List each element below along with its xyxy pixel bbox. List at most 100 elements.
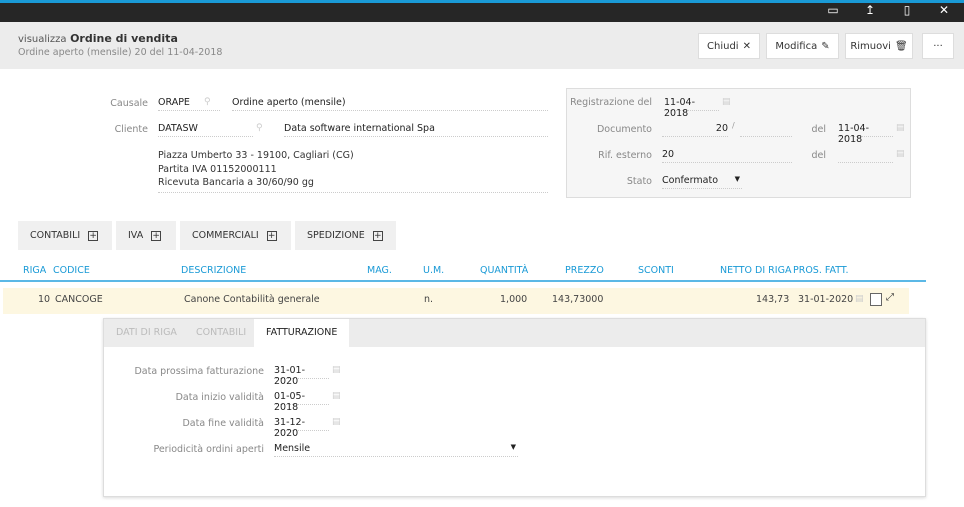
search-icon[interactable]: ⚲ [204,97,211,107]
reg-date-input[interactable]: 11-04-2018 [664,97,719,119]
cell-netto: 143,73 [756,294,790,305]
col-riga[interactable]: RIGA [23,265,46,276]
causale-label: Causale [110,98,148,109]
rif-date-input[interactable] [838,149,893,163]
title-bar [0,0,964,22]
calendar-icon[interactable]: ▤ [332,391,341,401]
remove-button[interactable]: Rimuovi 🗑 [845,33,913,59]
dropdown-arrow-icon: ▼ [510,443,516,451]
cliente-label: Cliente [114,124,148,135]
col-pros-fatt[interactable]: PROS. FATT. [793,265,849,276]
tab-iva[interactable]: IVA + [116,221,176,250]
col-netto[interactable]: NETTO DI RIGA [720,265,791,276]
window-icon[interactable]: ▭ [823,3,843,17]
calendar-icon[interactable]: ▤ [855,294,864,304]
client-address: Piazza Umberto 33 - 19100, Cagliari (CG)… [158,149,548,193]
row-detail-panel: DATI DI RIGA CONTABILI FATTURAZIONE Data… [103,318,926,497]
tab-contabili[interactable]: CONTABILI + [18,221,112,250]
col-prezzo[interactable]: PREZZO [565,265,604,276]
detail-tab-fatturazione[interactable]: FATTURAZIONE [254,319,350,347]
payment-line: Ricevuta Bancaria a 30/60/90 gg [158,177,314,188]
cliente-code-input[interactable]: DATASW [158,123,253,137]
next-billing-label: Data prossima fatturazione [134,366,264,377]
calendar-icon[interactable]: ▤ [722,97,731,107]
tab-label: SPEDIZIONE [307,230,365,241]
plus-icon: + [372,230,383,241]
vat-line: Partita IVA 01152000111 [158,163,277,175]
causale-desc: Ordine aperto (mensile) [232,97,548,111]
stato-select[interactable]: Confermato ▼ [662,175,742,189]
pencil-icon: ✎ [821,40,830,52]
cell-pros-fatt: 31-01-2020 [798,294,854,305]
start-date-label: Data inizio validità [175,392,264,403]
close-icon[interactable]: ✕ [934,3,954,17]
rif-del-label: del [811,150,826,161]
edit-label: Modifica [775,40,818,52]
stato-value: Confermato [662,175,719,186]
col-descrizione[interactable]: DESCRIZIONE [181,265,246,276]
cell-um: n. [424,294,434,305]
next-billing-input[interactable]: 31-01-2020 [274,365,329,387]
cell-codice: CANCOGE [55,294,103,305]
header-divider [0,280,926,282]
calendar-icon[interactable]: ▤ [332,365,341,375]
doc-series-input[interactable] [740,123,792,137]
edit-button[interactable]: Modifica ✎ [766,33,839,59]
doc-separator: / [732,121,735,130]
title-prefix: visualizza [18,34,67,45]
upload-icon[interactable]: ↥ [860,3,880,17]
trash-icon: 🗑 [894,40,908,52]
plus-icon: + [88,230,99,241]
col-mag[interactable]: MAG. [367,265,392,276]
doc-date-input[interactable]: 11-04-2018 [838,123,893,145]
close-label: Chiudi [707,40,739,52]
tab-spedizione[interactable]: SPEDIZIONE + [295,221,396,250]
periodicity-label: Periodicità ordini aperti [153,444,264,455]
expand-icon[interactable]: ⤢ [886,292,894,303]
tab-label: IVA [128,230,144,241]
reg-label: Registrazione del [570,97,652,108]
page-subtitle: Ordine aperto (mensile) 20 del 11-04-201… [18,47,223,58]
detail-tab-dati-riga[interactable]: DATI DI RIGA [104,319,189,347]
cell-riga: 10 [38,294,51,305]
col-um[interactable]: U.M. [423,265,444,276]
x-icon: ✕ [742,40,751,52]
search-icon[interactable]: ⚲ [256,123,263,133]
periodicity-value: Mensile [274,443,311,454]
tab-label: CONTABILI [30,230,81,241]
calendar-icon[interactable]: ▤ [332,417,341,427]
row-checkbox[interactable] [870,293,882,306]
remove-label: Rimuovi [850,40,891,52]
more-button[interactable]: ··· [922,33,954,59]
dropdown-arrow-icon: ▼ [734,175,740,183]
col-quantita[interactable]: QUANTITÀ [480,265,528,276]
rif-label: Rif. esterno [598,150,652,161]
tab-commerciali[interactable]: COMMERCIALI + [180,221,291,250]
title-text: Ordine di vendita [70,32,178,45]
page-title: visualizza Ordine di vendita [18,32,178,45]
end-date-input[interactable]: 31-12-2020 [274,417,329,439]
cell-prezzo: 143,73000 [552,294,604,305]
plus-icon: + [151,230,162,241]
end-date-label: Data fine validità [182,418,264,429]
cell-quantita: 1,000 [500,294,528,305]
col-sconti[interactable]: SCONTI [638,265,674,276]
stato-label: Stato [626,176,652,187]
mobile-icon[interactable]: ▯ [897,3,917,17]
doc-number-input[interactable]: 20 [662,123,728,137]
col-codice[interactable]: CODICE [53,265,90,276]
tab-label: COMMERCIALI [192,230,259,241]
close-button[interactable]: Chiudi ✕ [698,33,760,59]
calendar-icon[interactable]: ▤ [896,123,905,133]
calendar-icon[interactable]: ▤ [896,149,905,159]
plus-icon: + [266,230,277,241]
cell-descrizione: Canone Contabilità generale [184,294,320,305]
start-date-input[interactable]: 01-05-2018 [274,391,329,413]
rif-input[interactable]: 20 [662,149,792,163]
address-line: Piazza Umberto 33 - 19100, Cagliari (CG) [158,150,354,161]
detail-tab-contabili[interactable]: CONTABILI [184,319,258,347]
periodicity-select[interactable]: Mensile ▼ [274,443,518,457]
doc-label: Documento [596,124,652,135]
cliente-desc: Data software international Spa [284,123,548,137]
del-label: del [811,124,826,135]
